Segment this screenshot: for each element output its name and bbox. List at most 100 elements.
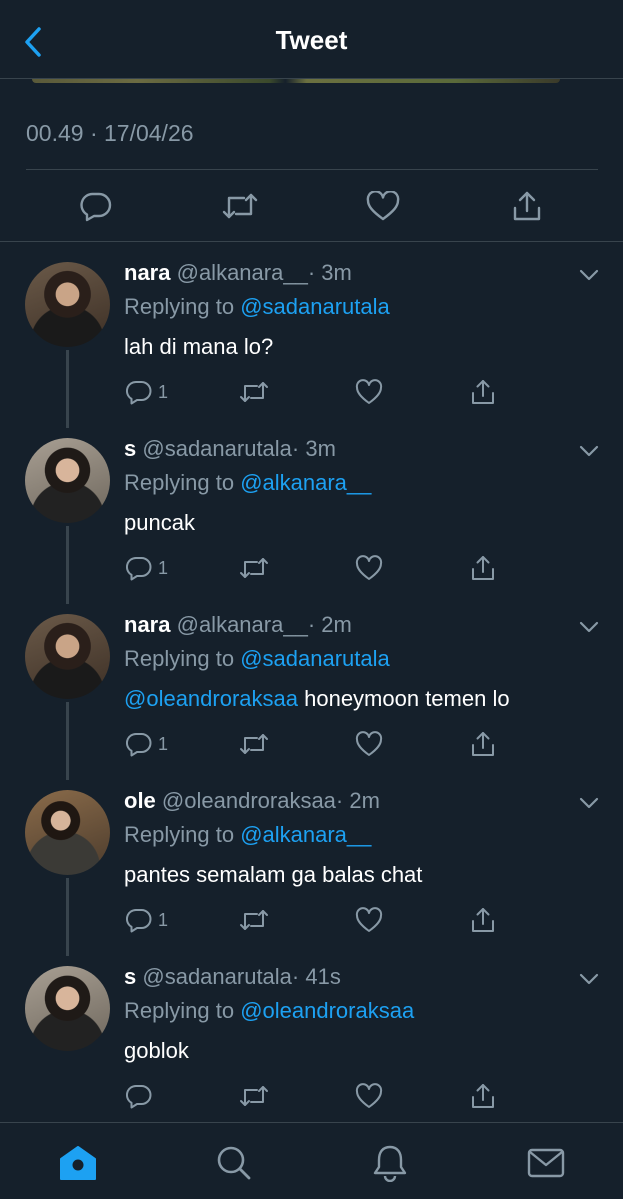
reply-button[interactable]: 1 (126, 728, 168, 760)
display-name[interactable]: s (124, 436, 136, 461)
avatar[interactable] (25, 262, 110, 347)
reply-tweet[interactable]: s @sadanarutala· 41s Replying to @oleandr… (0, 946, 623, 1122)
tab-messages[interactable] (526, 1143, 566, 1183)
tab-notifications[interactable] (370, 1143, 410, 1183)
reply-icon (80, 192, 112, 222)
reply-tweet[interactable]: nara @alkanara__· 3m Replying to @sadanar… (0, 242, 623, 428)
home-icon (60, 1146, 96, 1180)
reply-icon (126, 381, 152, 405)
retweet-button[interactable] (220, 184, 260, 228)
search-icon (217, 1146, 251, 1180)
reply-tweet[interactable]: s @sadanarutala· 3m Replying to @alkanara… (0, 418, 623, 604)
like-icon (355, 1083, 383, 1108)
like-button[interactable] (355, 376, 383, 408)
like-button[interactable] (363, 184, 403, 228)
replying-to-mention[interactable]: @oleandroraksaa (240, 998, 414, 1023)
reply-author-line: s @sadanarutala· 41s (124, 964, 341, 990)
display-name[interactable]: ole (124, 788, 156, 813)
chevron-down-icon[interactable] (578, 792, 600, 814)
reply-icon (126, 1085, 152, 1109)
retweet-button[interactable] (239, 728, 269, 760)
avatar[interactable] (25, 438, 110, 523)
user-handle[interactable]: @alkanara__ (177, 260, 308, 285)
reply-tweet[interactable]: ole @oleandroraksaa· 2m Replying to @alka… (0, 770, 623, 956)
share-icon (472, 556, 494, 580)
like-button[interactable] (355, 1080, 383, 1112)
reply-button[interactable]: 1 (126, 552, 168, 584)
reply-author-line: ole @oleandroraksaa· 2m (124, 788, 380, 814)
display-name[interactable]: nara (124, 260, 170, 285)
reply-button[interactable] (76, 184, 116, 228)
reply-body: @oleandroraksaa honeymoon temen lo (124, 686, 510, 712)
like-icon (355, 907, 383, 932)
like-button[interactable] (355, 552, 383, 584)
avatar[interactable] (25, 790, 110, 875)
reply-time: · 2m (307, 612, 352, 637)
replying-to-line: Replying to @oleandroraksaa (124, 998, 414, 1024)
reply-time: · 3m (291, 436, 336, 461)
thread-connector (66, 878, 69, 956)
tweet-detail-screen: Tweet 00.49 · 17/04/26 nara @alkanara__·… (0, 0, 623, 1199)
like-button[interactable] (355, 904, 383, 936)
share-icon (472, 908, 494, 932)
page-title: Tweet (275, 25, 348, 55)
replying-to-mention[interactable]: @alkanara__ (240, 470, 371, 495)
tweet-action-bar (0, 184, 623, 228)
display-name[interactable]: s (124, 964, 136, 989)
avatar[interactable] (25, 966, 110, 1051)
thread-connector (66, 702, 69, 780)
thread-connector (66, 526, 69, 604)
chevron-down-icon[interactable] (578, 968, 600, 990)
reply-button[interactable] (126, 1080, 158, 1112)
user-handle[interactable]: @alkanara__ (177, 612, 308, 637)
like-icon (355, 731, 383, 756)
bottom-tab-bar (0, 1122, 623, 1199)
share-button[interactable] (470, 376, 496, 408)
replying-to-mention[interactable]: @sadanarutala (240, 646, 390, 671)
share-button[interactable] (507, 184, 547, 228)
tab-home[interactable] (58, 1143, 98, 1183)
notifications-icon (373, 1145, 407, 1182)
reply-action-bar: 1 (124, 552, 524, 584)
replying-to-label: Replying to (124, 470, 241, 495)
avatar[interactable] (25, 614, 110, 699)
chevron-down-icon[interactable] (578, 616, 600, 638)
share-icon (472, 1084, 494, 1108)
share-button[interactable] (470, 728, 496, 760)
share-button[interactable] (470, 1080, 496, 1112)
like-button[interactable] (355, 728, 383, 760)
chevron-down-icon[interactable] (578, 440, 600, 462)
chevron-down-icon[interactable] (578, 264, 600, 286)
user-handle[interactable]: @sadanarutala (142, 436, 292, 461)
reply-tweet[interactable]: nara @alkanara__· 2m Replying to @sadanar… (0, 594, 623, 780)
retweet-icon (240, 1086, 268, 1106)
body-text: goblok (124, 1038, 189, 1063)
retweet-icon (240, 382, 268, 402)
like-icon (355, 379, 383, 404)
replying-to-label: Replying to (124, 646, 241, 671)
reply-time: · 41s (291, 964, 341, 989)
reply-author-line: s @sadanarutala· 3m (124, 436, 336, 462)
share-icon (472, 732, 494, 756)
share-button[interactable] (470, 552, 496, 584)
user-handle[interactable]: @sadanarutala (142, 964, 292, 989)
retweet-icon (240, 734, 268, 754)
replying-to-mention[interactable]: @sadanarutala (240, 294, 390, 319)
retweet-button[interactable] (239, 1080, 269, 1112)
reply-action-bar: 1 (124, 904, 524, 936)
reply-button[interactable]: 1 (126, 376, 168, 408)
share-button[interactable] (470, 904, 496, 936)
retweet-button[interactable] (239, 376, 269, 408)
tab-search[interactable] (214, 1143, 254, 1183)
reply-button[interactable]: 1 (126, 904, 168, 936)
display-name[interactable]: nara (124, 612, 170, 637)
user-handle[interactable]: @oleandroraksaa (162, 788, 336, 813)
reply-icon (126, 733, 152, 757)
retweet-button[interactable] (239, 552, 269, 584)
retweet-button[interactable] (239, 904, 269, 936)
reply-count: 1 (158, 909, 169, 930)
messages-icon (527, 1148, 565, 1178)
reply-body: goblok (124, 1038, 189, 1064)
body-mention[interactable]: @oleandroraksaa (124, 686, 298, 711)
replying-to-mention[interactable]: @alkanara__ (240, 822, 371, 847)
